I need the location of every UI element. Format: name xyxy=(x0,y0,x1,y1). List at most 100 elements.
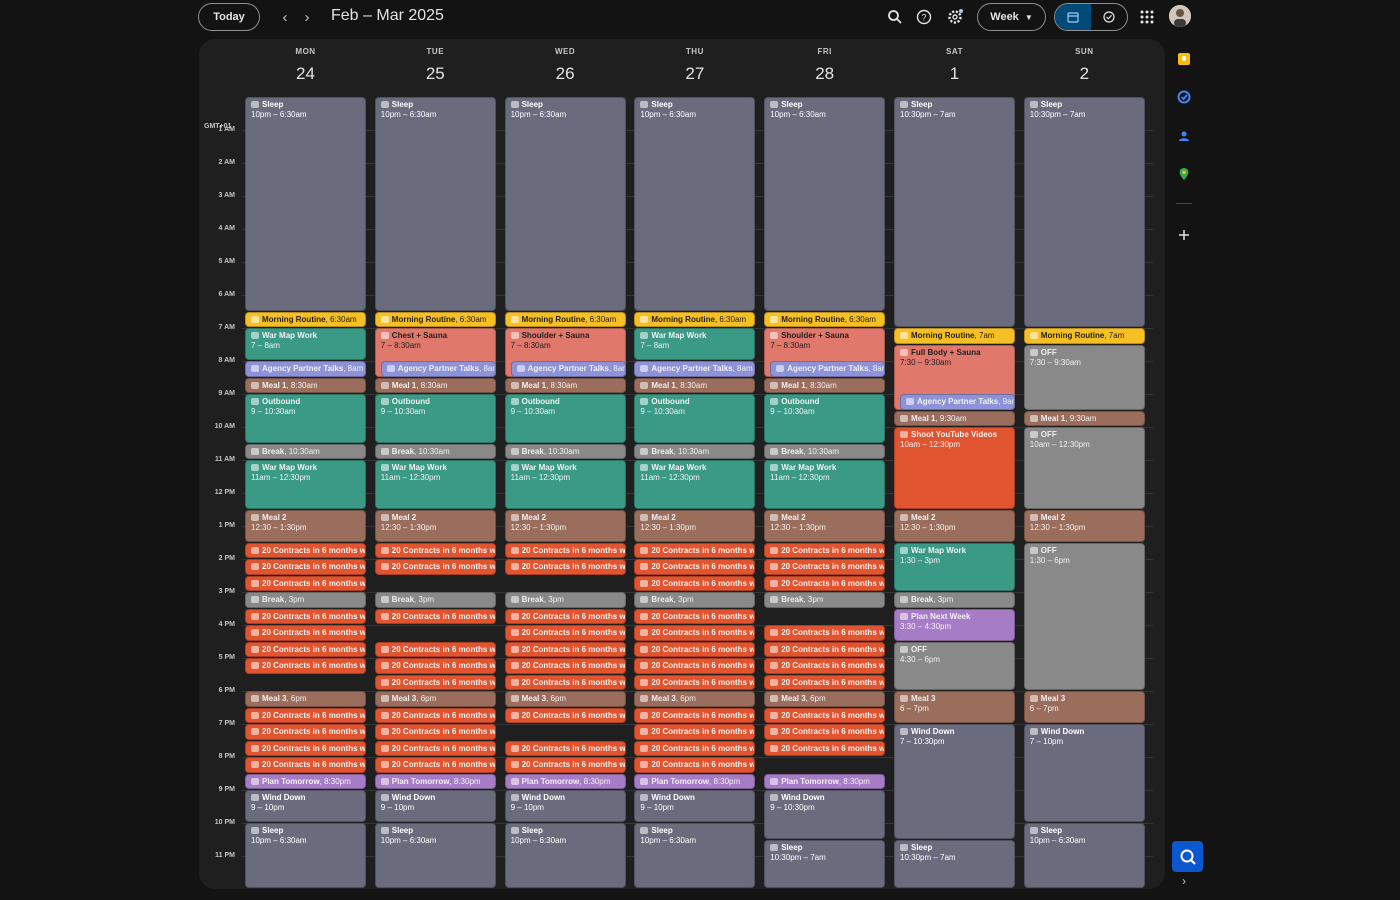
calendar-event[interactable]: Outbound 9 – 10:30am xyxy=(764,394,886,443)
calendar-event[interactable]: Meal 1, 8:30am xyxy=(764,377,886,393)
calendar-event[interactable]: Sleep 10pm – 6:30am xyxy=(374,97,496,311)
calendar-event[interactable]: 20 Contracts in 6 months with xyxy=(764,707,886,723)
help-icon[interactable]: ? xyxy=(912,5,936,29)
calendar-event[interactable]: Outbound 9 – 10:30am xyxy=(245,394,366,443)
calendar-event[interactable]: Plan Tomorrow, 8:30pm xyxy=(504,773,626,789)
calendar-event[interactable]: 20 Contracts in 6 months with xyxy=(245,707,366,723)
calendar-event[interactable]: Wind Down 7 – 10pm xyxy=(1023,724,1145,822)
calendar-event[interactable]: 20 Contracts in 6 months with xyxy=(245,625,366,641)
calendar-event[interactable]: 20 Contracts in 6 months with xyxy=(374,542,496,558)
calendar-event[interactable]: Meal 3, 6pm xyxy=(504,691,626,707)
day-number[interactable]: 1 xyxy=(894,64,1015,84)
calendar-event[interactable]: Plan Next Week 3:30 – 4:30pm xyxy=(894,608,1015,641)
calendar-event[interactable]: Meal 1, 8:30am xyxy=(374,377,496,393)
apps-grid-icon[interactable] xyxy=(1135,5,1159,29)
calendar-event[interactable]: Sleep 10pm – 6:30am xyxy=(374,823,496,888)
calendar-event[interactable]: Meal 1, 8:30am xyxy=(504,377,626,393)
calendar-event[interactable]: Meal 2 12:30 – 1:30pm xyxy=(245,509,366,542)
calendar-event[interactable]: 20 Contracts in 6 months with xyxy=(504,608,626,624)
calendar-event[interactable]: 20 Contracts in 6 months with xyxy=(764,740,886,756)
calendar-event[interactable]: Sleep 10pm – 6:30am xyxy=(634,823,756,888)
search-zoom-icon[interactable] xyxy=(1172,841,1203,872)
calendar-event[interactable]: OFF 4:30 – 6pm xyxy=(894,641,1015,690)
calendar-event[interactable]: Plan Tomorrow, 8:30pm xyxy=(374,773,496,789)
calendar-event[interactable]: 20 Contracts in 6 months with xyxy=(634,740,756,756)
calendar-event[interactable]: 20 Contracts in 6 months with xyxy=(504,757,626,773)
calendar-event[interactable]: Meal 1, 9:30am xyxy=(894,410,1015,426)
calendar-event[interactable]: Meal 2 12:30 – 1:30pm xyxy=(764,509,886,542)
calendar-event[interactable]: 20 Contracts in 6 months with xyxy=(764,625,886,641)
day-header[interactable]: TUE 25 xyxy=(375,39,496,84)
calendar-event[interactable]: Meal 1, 8:30am xyxy=(634,377,756,393)
calendar-event[interactable]: OFF 1:30 – 6pm xyxy=(1023,542,1145,690)
day-number[interactable]: 27 xyxy=(634,64,755,84)
calendar-event[interactable]: 20 Contracts in 6 months with xyxy=(374,707,496,723)
day-number[interactable]: 24 xyxy=(245,64,366,84)
calendar-event[interactable]: Meal 1, 8:30am xyxy=(245,377,366,393)
calendar-event[interactable]: 20 Contracts in 6 months with xyxy=(245,757,366,773)
calendar-event[interactable]: Meal 3, 6pm xyxy=(245,691,366,707)
calendar-event[interactable]: OFF 10am – 12:30pm xyxy=(1023,427,1145,509)
calendar-event[interactable]: Agency Partner Talks, 8am xyxy=(245,361,366,377)
calendar-event[interactable]: Meal 36 – 7pm xyxy=(894,691,1015,723)
calendar-event[interactable]: OFF 7:30 – 9:30am xyxy=(1023,344,1145,410)
calendar-event[interactable]: Agency Partner Talks, 8am xyxy=(510,361,626,377)
calendar-event[interactable]: Meal 1, 9:30am xyxy=(1023,410,1145,426)
calendar-event[interactable]: Meal 36 – 7pm xyxy=(1023,691,1145,723)
calendar-event[interactable]: 20 Contracts in 6 months with xyxy=(374,724,496,740)
calendar-event[interactable]: Meal 3, 6pm xyxy=(634,691,756,707)
day-header[interactable]: SUN 2 xyxy=(1024,39,1145,84)
calendar-event[interactable]: Morning Routine, 7am xyxy=(1023,328,1145,344)
calendar-event[interactable]: 20 Contracts in 6 months with xyxy=(245,658,366,674)
calendar-event[interactable]: Sleep 10:30pm – 7am xyxy=(894,97,1015,327)
day-number[interactable]: 28 xyxy=(764,64,885,84)
calendar-event[interactable]: War Map Work 7 – 8am xyxy=(245,328,366,360)
calendar-event[interactable]: 20 Contracts in 6 months with xyxy=(245,559,366,575)
calendar-event[interactable]: 20 Contracts in 6 months with xyxy=(245,575,366,591)
calendar-event[interactable]: 20 Contracts in 6 months with xyxy=(374,641,496,657)
calendar-event[interactable]: Break, 10:30am xyxy=(504,443,626,459)
calendar-event[interactable]: Meal 2 12:30 – 1:30pm xyxy=(374,509,496,542)
calendar-event[interactable]: 20 Contracts in 6 months with xyxy=(374,674,496,690)
calendar-event[interactable]: Sleep 10pm – 6:30am xyxy=(1023,823,1145,888)
calendar-event[interactable]: 20 Contracts in 6 months with xyxy=(764,575,886,591)
calendar-event[interactable]: 20 Contracts in 6 months with xyxy=(374,740,496,756)
calendar-event[interactable]: Meal 2 12:30 – 1:30pm xyxy=(504,509,626,542)
calendar-event[interactable]: Morning Routine, 6:30am xyxy=(504,311,626,327)
calendar-event[interactable]: Sleep 10pm – 6:30am xyxy=(245,97,366,311)
calendar-event[interactable]: 20 Contracts in 6 months with xyxy=(374,559,496,575)
day-number[interactable]: 25 xyxy=(375,64,496,84)
calendar-event[interactable]: 20 Contracts in 6 months with xyxy=(245,724,366,740)
calendar-event[interactable]: 20 Contracts in 6 months with xyxy=(245,641,366,657)
add-icon[interactable] xyxy=(1176,227,1192,243)
calendar-event[interactable]: War Map Work 11am – 12:30pm xyxy=(374,460,496,509)
calendar-event[interactable]: 20 Contracts in 6 months with xyxy=(764,674,886,690)
calendar-event[interactable]: Meal 2 12:30 – 1:30pm xyxy=(1023,509,1145,542)
calendar-event[interactable]: Break, 10:30am xyxy=(764,443,886,459)
contacts-icon[interactable] xyxy=(1176,128,1192,144)
calendar-event[interactable]: Plan Tomorrow, 8:30pm xyxy=(764,773,886,789)
calendar-event[interactable]: Meal 3, 6pm xyxy=(374,691,496,707)
tasks-view-icon[interactable] xyxy=(1091,4,1127,30)
calendar-event[interactable]: Morning Routine, 6:30am xyxy=(634,311,756,327)
calendar-event[interactable]: Sleep 10pm – 6:30am xyxy=(504,97,626,311)
calendar-event[interactable]: Sleep 10pm – 6:30am xyxy=(634,97,756,311)
calendar-event[interactable]: 20 Contracts in 6 months with xyxy=(764,658,886,674)
calendar-event[interactable]: Wind Down 9 – 10pm xyxy=(374,790,496,822)
calendar-event[interactable]: 20 Contracts in 6 months with xyxy=(764,641,886,657)
calendar-event[interactable]: 20 Contracts in 6 months with xyxy=(504,625,626,641)
calendar-event[interactable]: Sleep 10:30pm – 7am xyxy=(764,839,886,888)
calendar-event[interactable]: Agency Partner Talks, 8am xyxy=(380,361,496,377)
day-header[interactable]: FRI 28 xyxy=(764,39,885,84)
calendar-event[interactable]: Sleep 10:30pm – 7am xyxy=(1023,97,1145,327)
calendar-event[interactable]: War Map Work 1:30 – 3pm xyxy=(894,542,1015,591)
calendar-event[interactable]: Sleep 10:30pm – 7am xyxy=(894,839,1015,888)
chevron-left-icon[interactable]: ‹ xyxy=(275,7,295,27)
calendar-event[interactable]: 20 Contracts in 6 months with xyxy=(634,674,756,690)
calendar-view-icon[interactable] xyxy=(1055,4,1091,30)
calendar-event[interactable]: 20 Contracts in 6 months with xyxy=(245,740,366,756)
calendar-event[interactable]: Meal 3, 6pm xyxy=(764,691,886,707)
calendar-event[interactable]: 20 Contracts in 6 months with xyxy=(634,707,756,723)
calendar-event[interactable]: Break, 10:30am xyxy=(245,443,366,459)
day-number[interactable]: 2 xyxy=(1024,64,1145,84)
